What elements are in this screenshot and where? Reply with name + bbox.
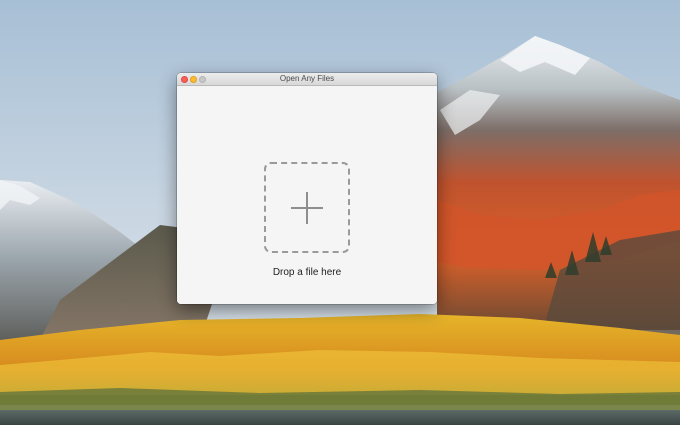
open-any-files-window: Open Any Files Drop a file here [177,73,437,304]
window-title: Open Any Files [279,74,335,83]
drop-zone-label: Drop a file here [272,267,342,278]
plus-icon [291,192,323,224]
window-titlebar[interactable]: Open Any Files [177,73,437,86]
file-drop-zone[interactable] [264,162,350,253]
window-content: Drop a file here [177,86,437,304]
